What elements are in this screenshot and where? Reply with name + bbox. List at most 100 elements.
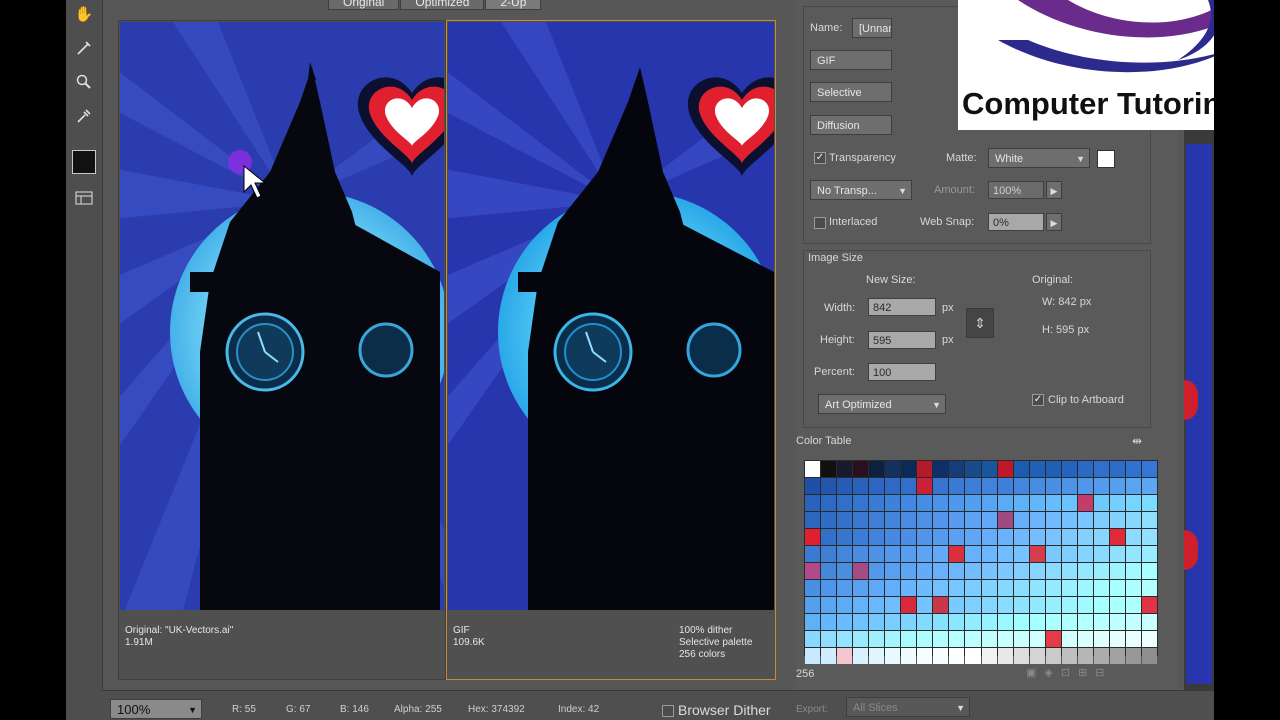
color-table-swatch[interactable]: [997, 648, 1013, 664]
color-table-swatch[interactable]: [965, 580, 981, 596]
color-table-swatch[interactable]: [1077, 546, 1093, 562]
color-table-swatch[interactable]: [997, 546, 1013, 562]
color-table-swatch[interactable]: [805, 478, 821, 494]
color-table-swatch[interactable]: [805, 563, 821, 579]
color-table-swatch[interactable]: [933, 614, 949, 630]
color-table-swatch[interactable]: [1077, 512, 1093, 528]
color-table-swatch[interactable]: [821, 614, 837, 630]
color-table-swatch[interactable]: [1061, 648, 1077, 664]
color-table-swatch[interactable]: [1029, 563, 1045, 579]
color-table-swatch[interactable]: [853, 614, 869, 630]
color-table-swatch[interactable]: [1125, 495, 1141, 511]
color-table-swatch[interactable]: [1013, 478, 1029, 494]
color-table-swatch[interactable]: [901, 461, 917, 477]
color-table-swatch[interactable]: [917, 478, 933, 494]
color-table-swatch[interactable]: [1045, 529, 1061, 545]
color-table-swatch[interactable]: [837, 495, 853, 511]
color-table-swatch[interactable]: [805, 461, 821, 477]
color-table-swatch[interactable]: [901, 580, 917, 596]
color-table-swatch[interactable]: [1061, 631, 1077, 647]
color-table-swatch[interactable]: [885, 648, 901, 664]
color-table-swatch[interactable]: [869, 546, 885, 562]
tab-optimized[interactable]: Optimized: [400, 0, 485, 10]
color-table-swatch[interactable]: [933, 648, 949, 664]
color-table-swatch[interactable]: [805, 580, 821, 596]
color-table-swatch[interactable]: [981, 529, 997, 545]
color-table-swatch[interactable]: [997, 478, 1013, 494]
hand-icon[interactable]: ✋: [72, 2, 96, 26]
color-table-swatch[interactable]: [805, 631, 821, 647]
color-table-swatch[interactable]: [997, 495, 1013, 511]
color-table-swatch[interactable]: [853, 529, 869, 545]
color-table-swatch[interactable]: [1013, 631, 1029, 647]
color-table-swatch[interactable]: [1125, 631, 1141, 647]
color-table-swatch[interactable]: [965, 563, 981, 579]
color-table-swatch[interactable]: [821, 631, 837, 647]
color-table-swatch[interactable]: [885, 563, 901, 579]
color-table-swatch[interactable]: [997, 614, 1013, 630]
reduction-select[interactable]: Selective: [810, 82, 892, 102]
color-table-swatch[interactable]: [1125, 529, 1141, 545]
amount-field[interactable]: 100%: [988, 181, 1044, 199]
color-table-swatch[interactable]: [1045, 478, 1061, 494]
color-table-swatch[interactable]: [1077, 461, 1093, 477]
color-table-swatch[interactable]: [869, 580, 885, 596]
transparency-dither-select[interactable]: No Transp... ▼: [810, 180, 912, 200]
color-table-swatch[interactable]: [821, 597, 837, 613]
color-table-swatch[interactable]: [933, 495, 949, 511]
color-table-swatch[interactable]: [1109, 563, 1125, 579]
color-table-swatch[interactable]: [837, 580, 853, 596]
color-table-swatch[interactable]: [1077, 597, 1093, 613]
color-table-swatch[interactable]: [869, 563, 885, 579]
color-table-swatch[interactable]: [1141, 631, 1157, 647]
color-table-swatch[interactable]: [1061, 614, 1077, 630]
color-table-swatch[interactable]: [1013, 563, 1029, 579]
color-table-swatch[interactable]: [1125, 563, 1141, 579]
color-table-swatch[interactable]: [1061, 546, 1077, 562]
color-table-swatch[interactable]: [949, 580, 965, 596]
color-table-swatch[interactable]: [885, 631, 901, 647]
color-table-swatch[interactable]: [821, 546, 837, 562]
height-field[interactable]: 595: [868, 331, 936, 349]
color-table-swatch[interactable]: [965, 631, 981, 647]
color-table-swatch[interactable]: [1045, 512, 1061, 528]
color-table-swatch[interactable]: [853, 580, 869, 596]
color-table-swatch[interactable]: [869, 631, 885, 647]
color-table-swatch[interactable]: [1109, 529, 1125, 545]
color-table-swatch[interactable]: [869, 461, 885, 477]
color-table-swatch[interactable]: [1045, 461, 1061, 477]
color-table-swatch[interactable]: [949, 461, 965, 477]
color-table-swatch[interactable]: [1093, 529, 1109, 545]
color-table-grid[interactable]: [804, 460, 1158, 664]
color-table-swatch[interactable]: [1013, 597, 1029, 613]
color-table-swatch[interactable]: [1125, 512, 1141, 528]
color-table-swatch[interactable]: [1061, 597, 1077, 613]
color-table-swatch[interactable]: [837, 529, 853, 545]
percent-field[interactable]: 100: [868, 363, 936, 381]
color-table-swatch[interactable]: [997, 529, 1013, 545]
color-table-swatch[interactable]: [981, 546, 997, 562]
color-table-swatch[interactable]: [805, 648, 821, 664]
color-table-swatch[interactable]: [933, 631, 949, 647]
color-table-swatch[interactable]: [1013, 648, 1029, 664]
color-table-swatch[interactable]: [1029, 546, 1045, 562]
color-table-swatch[interactable]: [933, 580, 949, 596]
color-table-swatch[interactable]: [837, 563, 853, 579]
color-table-swatch[interactable]: [1141, 495, 1157, 511]
color-table-swatch[interactable]: [933, 478, 949, 494]
color-table-swatch[interactable]: [965, 648, 981, 664]
color-table-swatch[interactable]: [885, 597, 901, 613]
color-table-swatch[interactable]: [1029, 495, 1045, 511]
color-table-swatch[interactable]: [997, 631, 1013, 647]
color-table-swatch[interactable]: [917, 495, 933, 511]
color-table-swatch[interactable]: [821, 512, 837, 528]
color-table-swatch[interactable]: [1093, 597, 1109, 613]
link-proportions-icon[interactable]: ⇕: [966, 308, 994, 338]
color-table-swatch[interactable]: [1109, 580, 1125, 596]
color-table-swatch[interactable]: [821, 580, 837, 596]
color-table-swatch[interactable]: [1109, 614, 1125, 630]
color-table-swatch[interactable]: [949, 512, 965, 528]
color-table-swatch[interactable]: [917, 529, 933, 545]
color-table-swatch[interactable]: [821, 648, 837, 664]
color-table-swatch[interactable]: [981, 563, 997, 579]
